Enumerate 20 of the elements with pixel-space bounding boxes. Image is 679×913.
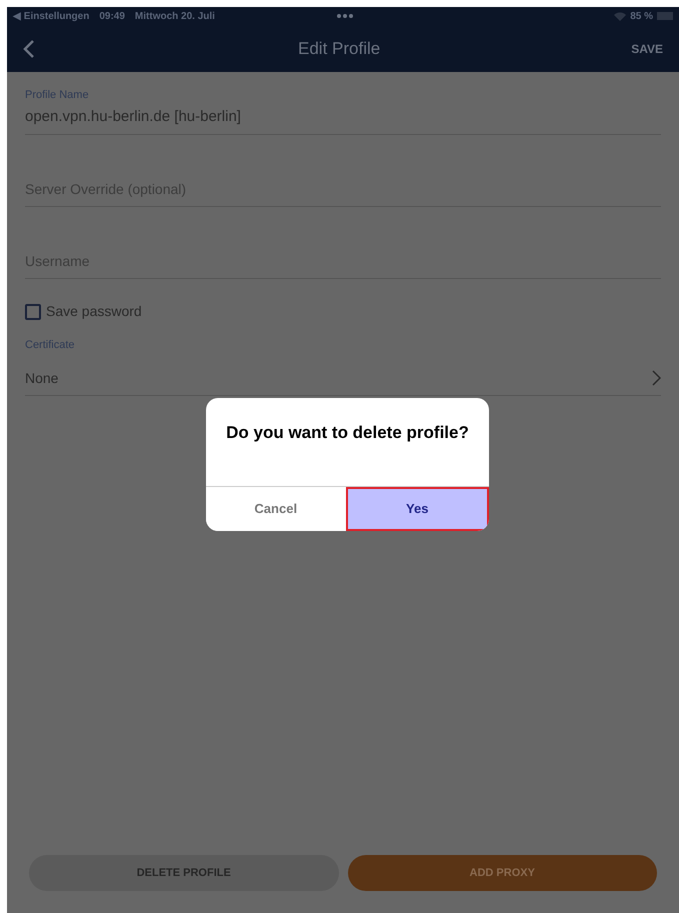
status-time: 09:49 <box>99 10 125 24</box>
back-chevron-icon <box>23 38 35 58</box>
field-label: Profile Name <box>25 88 90 103</box>
dialog-message: Do you want to delete profile? <box>225 422 470 444</box>
certificate-label: Certificate <box>25 338 76 353</box>
chevron-right-icon <box>652 370 661 386</box>
wifi-icon <box>614 12 626 20</box>
screen-title: Edit Profile <box>297 38 382 60</box>
save-password-checkbox[interactable] <box>25 304 41 320</box>
battery-icon <box>657 12 673 20</box>
profile-name-field[interactable]: open.vpn.hu-berlin.de [hu-berlin] <box>25 104 661 135</box>
save-password-label: Save password <box>46 302 142 321</box>
status-back-app[interactable]: ◀ Einstellungen <box>13 8 90 24</box>
add-proxy-button[interactable]: ADD PROXY <box>348 855 657 891</box>
more-dots-icon <box>336 13 354 19</box>
save-button[interactable]: SAVE <box>631 40 663 58</box>
status-date: Mittwoch 20. Juli <box>134 10 215 24</box>
certificate-selector[interactable]: None <box>25 368 661 396</box>
battery-percent: 85 % <box>630 10 653 24</box>
dialog-button[interactable]: Yes <box>346 486 489 530</box>
